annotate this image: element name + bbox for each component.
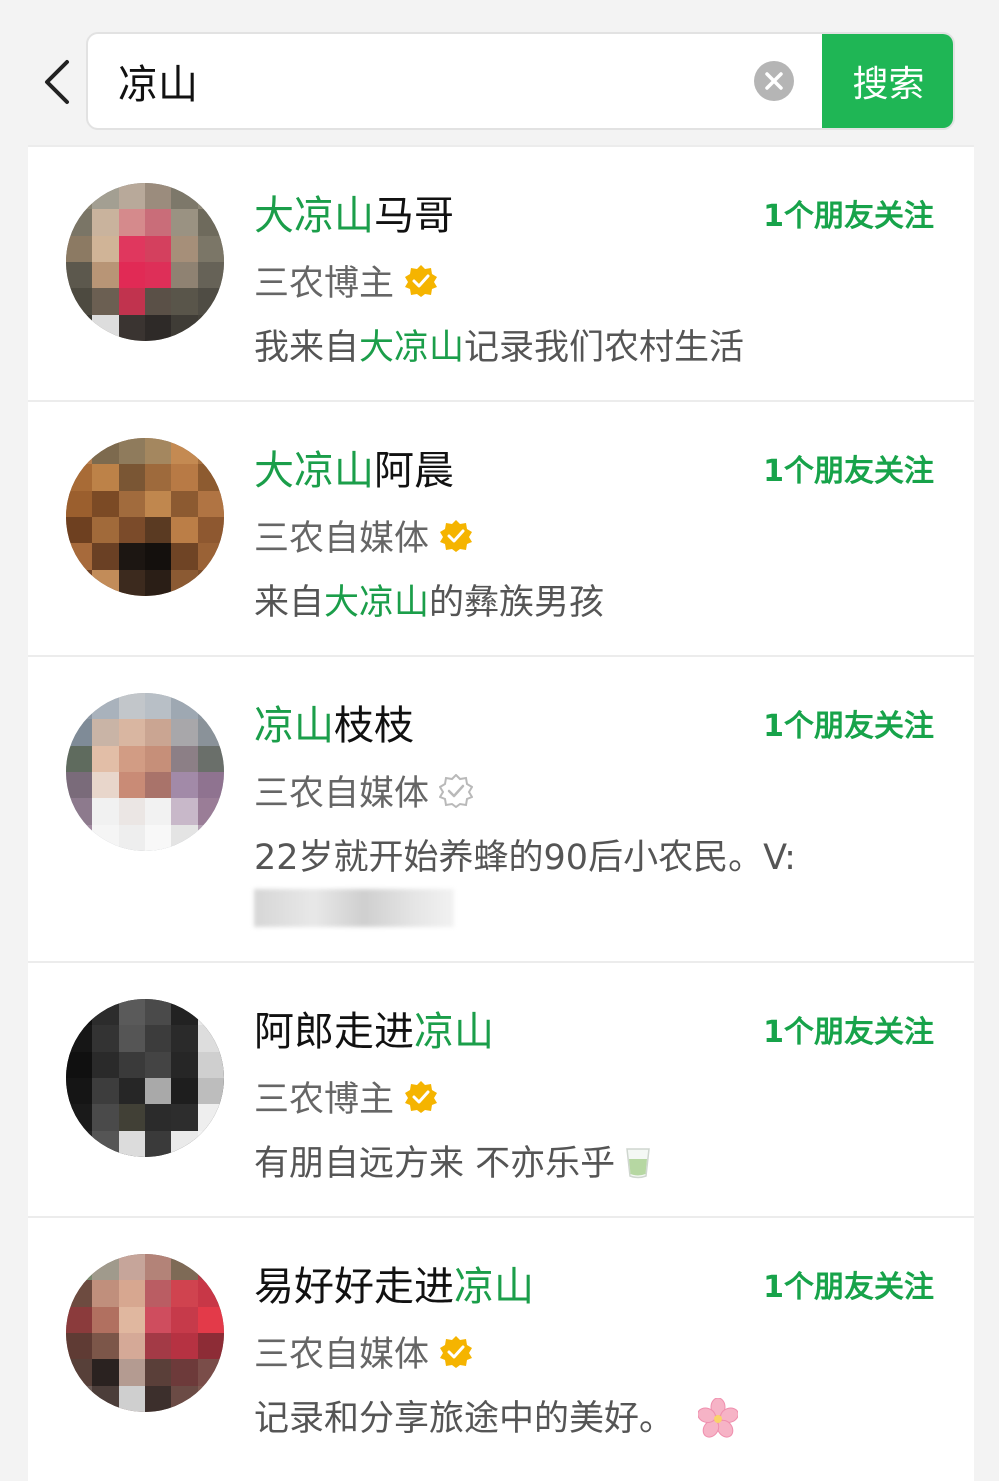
friends-following: 1个朋友关注 <box>763 709 934 744</box>
friends-following: 1个朋友关注 <box>763 454 934 489</box>
account-tagline: 三农自媒体 <box>254 765 474 816</box>
account-tagline: 三农自媒体 <box>254 1326 473 1377</box>
search-button[interactable]: 搜索 <box>822 34 953 128</box>
cherry-blossom-icon <box>698 1398 739 1438</box>
account-name: 大凉山阿晨 <box>254 448 454 494</box>
account-description: 我来自大凉山记录我们农村生活 <box>254 328 745 368</box>
chevron-left-icon <box>45 60 69 104</box>
clear-circle-icon <box>765 72 783 90</box>
verified-badge-icon <box>440 1335 473 1368</box>
account-name: 大凉山马哥 <box>254 193 454 239</box>
search-input[interactable] <box>118 34 738 128</box>
avatar <box>66 1254 224 1412</box>
account-description: 有朋自远方来 不亦乐乎 <box>254 1135 651 1186</box>
results-list: 大凉山马哥 1个朋友关注 三农博主 我来自大凉山记录我们农村生活 大凉山阿晨 1… <box>28 145 974 1481</box>
verified-badge-icon <box>439 773 474 808</box>
avatar <box>66 693 224 851</box>
list-item[interactable]: 阿郎走进凉山 1个朋友关注 三农博主 有朋自远方来 不亦乐乎 <box>28 961 974 1216</box>
list-item[interactable]: 大凉山阿晨 1个朋友关注 三农自媒体 来自大凉山的彝族男孩 <box>28 400 974 655</box>
account-name: 阿郎走进凉山 <box>254 1009 494 1055</box>
avatar <box>66 438 224 596</box>
account-description: 记录和分享旅途中的美好。 <box>254 1390 739 1441</box>
avatar <box>66 999 224 1157</box>
account-name: 凉山枝枝 <box>254 703 414 749</box>
search-box: 搜索 <box>86 32 955 130</box>
search-header: 搜索 <box>0 0 999 140</box>
clear-button[interactable] <box>754 61 794 101</box>
account-description: 22岁就开始养蜂的90后小农民。V: <box>254 838 796 878</box>
back-button[interactable] <box>36 56 76 108</box>
verified-badge-icon <box>405 264 438 297</box>
list-item[interactable]: 易好好走进凉山 1个朋友关注 三农自媒体 记录和分享旅途中的美好。 <box>28 1216 974 1481</box>
verified-badge-icon <box>405 1080 438 1113</box>
account-tagline: 三农博主 <box>254 1071 438 1122</box>
friends-following: 1个朋友关注 <box>763 199 934 234</box>
account-tagline: 三农博主 <box>254 255 438 306</box>
tea-cup-icon <box>626 1148 650 1179</box>
account-description: 来自大凉山的彝族男孩 <box>254 583 605 623</box>
account-name: 易好好走进凉山 <box>254 1264 534 1310</box>
friends-following: 1个朋友关注 <box>763 1270 934 1305</box>
redacted-text <box>254 889 454 927</box>
friends-following: 1个朋友关注 <box>763 1015 934 1050</box>
account-tagline: 三农自媒体 <box>254 510 473 561</box>
list-item[interactable]: 大凉山马哥 1个朋友关注 三农博主 我来自大凉山记录我们农村生活 <box>28 145 974 400</box>
list-item[interactable]: 凉山枝枝 1个朋友关注 三农自媒体 22岁就开始养蜂的90后小农民。V: <box>28 655 974 961</box>
verified-badge-icon <box>440 519 473 552</box>
avatar <box>66 183 224 341</box>
